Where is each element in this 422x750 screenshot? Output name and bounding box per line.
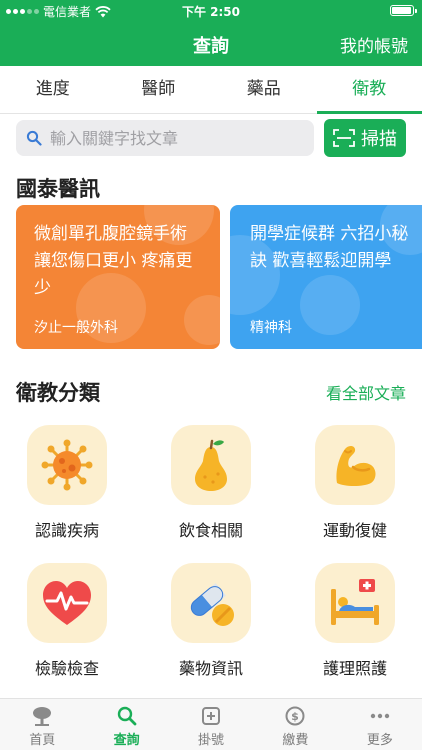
flexed-bicep-icon <box>336 446 376 486</box>
category-nursing-care[interactable]: 護理照護 <box>295 563 415 679</box>
categories-section-title: 衛教分類 <box>16 381 100 405</box>
svg-text:$: $ <box>292 710 300 723</box>
news-card[interactable]: 微創單孔腹腔鏡手術讓您傷口更小 疼痛更少 汐止一般外科 <box>16 205 220 349</box>
bottom-tab-label: 繳費 <box>282 733 309 748</box>
bottom-tab-more[interactable]: 更多 <box>338 699 422 750</box>
news-card-department: 汐止一般外科 <box>34 320 118 336</box>
news-card-title: 開學症候群 六招小秘訣 歡喜輕鬆迎開學 <box>250 224 409 271</box>
bottom-tab-label: 更多 <box>366 733 393 748</box>
bottom-tab-bar: 首頁 查詢 掛號 $ 繳費 更多 <box>0 698 422 750</box>
category-tile <box>315 563 395 643</box>
news-card-department: 精神科 <box>250 320 292 336</box>
scan-label: 掃描 <box>361 129 397 150</box>
status-time: 下午 2:50 <box>181 5 241 19</box>
tab-progress[interactable]: 進度 <box>0 66 106 113</box>
battery-icon <box>390 5 417 16</box>
category-tile <box>27 425 107 505</box>
pills-icon <box>190 583 234 626</box>
heart-pulse-icon <box>43 581 91 625</box>
category-label: 飲食相關 <box>178 521 243 540</box>
my-account-button[interactable]: 我的帳號 <box>340 32 408 57</box>
app-screen: 電信業者 下午 2:50 查詢 我的帳號 進度 醫師 藥品 衛教 輸入關鍵字找文… <box>0 0 422 750</box>
bottom-tab-label: 首頁 <box>29 733 56 748</box>
virus-icon <box>41 439 93 491</box>
status-bar: 電信業者 下午 2:50 <box>0 0 422 22</box>
search-input[interactable] <box>50 128 300 148</box>
news-card-title: 微創單孔腹腔鏡手術讓您傷口更小 疼痛更少 <box>34 224 193 298</box>
search-bar <box>16 120 314 156</box>
tab-health-education[interactable]: 衛教 <box>316 66 422 114</box>
bottom-tab-query[interactable]: 查詢 <box>84 699 168 750</box>
bottom-tab-label: 掛號 <box>198 733 225 748</box>
search-icon <box>26 130 42 146</box>
category-diseases[interactable]: 認識疾病 <box>7 425 127 541</box>
category-label: 護理照護 <box>322 659 387 678</box>
category-tile <box>171 425 251 505</box>
category-tile <box>171 563 251 643</box>
bottom-tab-register[interactable]: 掛號 <box>169 699 253 750</box>
category-label: 檢驗檢查 <box>34 659 99 678</box>
see-all-articles-link[interactable]: 看全部文章 <box>326 380 406 404</box>
category-exercise-rehab[interactable]: 運動復健 <box>295 425 415 541</box>
more-dots-icon <box>370 713 390 719</box>
bottom-tab-home[interactable]: 首頁 <box>0 699 84 750</box>
category-tile <box>315 425 395 505</box>
category-drug-info[interactable]: 藥物資訊 <box>151 563 271 679</box>
tab-doctors[interactable]: 醫師 <box>106 66 212 113</box>
news-card[interactable]: 開學症候群 六招小秘訣 歡喜輕鬆迎開學 精神科 <box>230 205 422 349</box>
category-lab-tests[interactable]: 檢驗檢查 <box>7 563 127 679</box>
register-plus-icon <box>202 707 221 725</box>
bottom-tab-label: 查詢 <box>113 733 140 748</box>
news-section-title: 國泰醫訊 <box>16 177 100 201</box>
bottom-tab-payment[interactable]: $ 繳費 <box>253 699 337 750</box>
scan-button[interactable]: 掃描 <box>324 119 406 157</box>
category-tile <box>27 563 107 643</box>
category-label: 運動復健 <box>322 521 387 540</box>
pear-icon <box>195 439 227 491</box>
search-icon <box>117 706 137 726</box>
hospital-bed-icon <box>331 579 379 625</box>
category-label: 認識疾病 <box>34 521 99 540</box>
news-carousel[interactable]: 微創單孔腹腔鏡手術讓您傷口更小 疼痛更少 汐止一般外科 開學症候群 六招小秘訣 … <box>16 205 422 350</box>
scan-icon <box>333 129 355 147</box>
tab-medicines[interactable]: 藥品 <box>211 66 317 113</box>
tree-icon <box>33 707 52 726</box>
query-tabs: 進度 醫師 藥品 衛教 <box>0 66 422 114</box>
app-header: 電信業者 下午 2:50 查詢 我的帳號 <box>0 0 422 66</box>
category-label: 藥物資訊 <box>178 659 243 678</box>
dollar-icon: $ <box>285 706 305 726</box>
category-diet[interactable]: 飲食相關 <box>151 425 271 541</box>
